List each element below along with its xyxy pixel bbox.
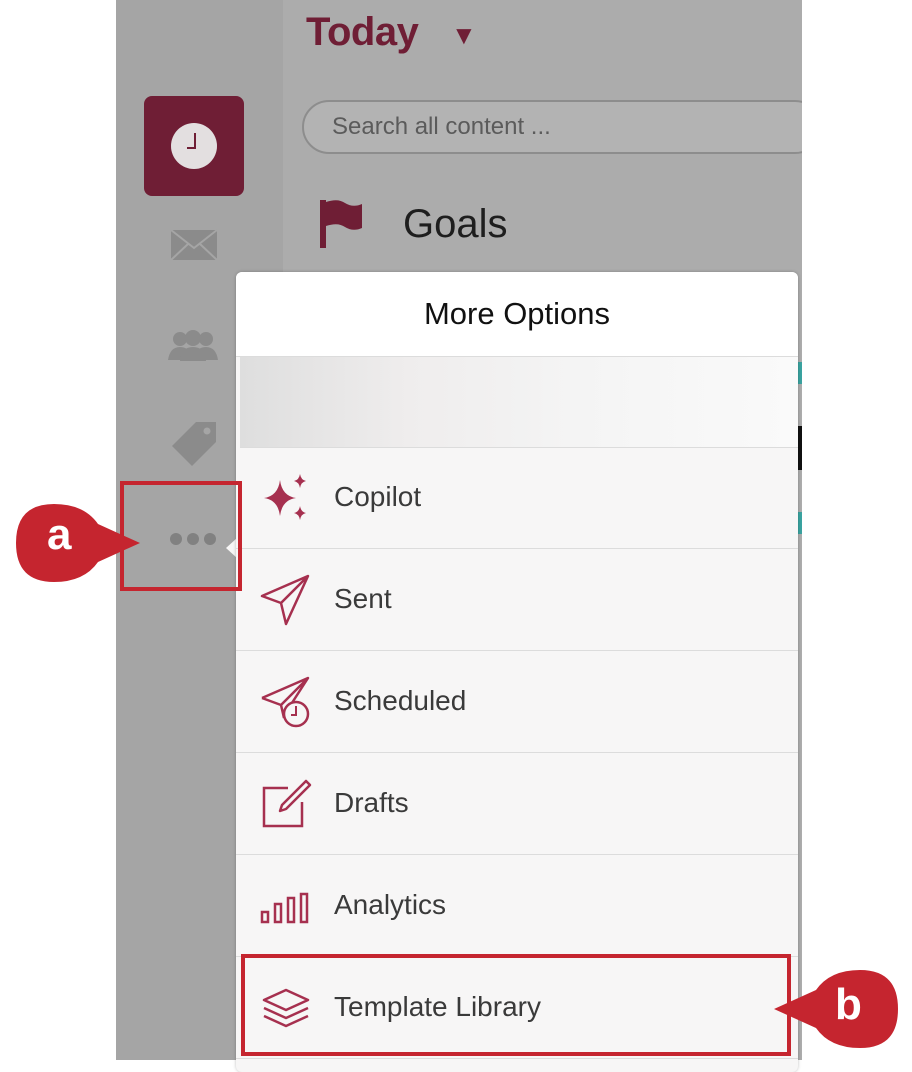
goals-heading: Goals <box>403 202 508 246</box>
tag-icon[interactable] <box>170 420 218 468</box>
people-icon[interactable] <box>168 330 218 362</box>
bar-chart-icon <box>260 892 309 924</box>
more-options-popover: More Options Copilot Sent Scheduled Draf… <box>236 272 798 1072</box>
popover-title: More Options <box>236 272 798 357</box>
menu-item-copilot[interactable]: Copilot <box>236 447 798 549</box>
scheduled-plane-icon <box>261 676 310 728</box>
sidebar-item-today[interactable] <box>144 96 244 196</box>
callout-marker-a <box>16 504 140 582</box>
menu-item-analytics[interactable]: Analytics <box>236 855 798 957</box>
paper-plane-icon <box>260 574 310 626</box>
menu-item-label: Analytics <box>334 889 447 920</box>
menu-item-label: Copilot <box>334 481 422 512</box>
callout-label-b: b <box>835 980 862 1029</box>
mail-icon[interactable] <box>170 229 218 261</box>
sparkle-icon <box>264 474 306 520</box>
callout-label-a: a <box>47 510 72 559</box>
highlight-box-b <box>241 954 791 1056</box>
search-input[interactable]: Search all content ... <box>302 100 802 154</box>
page-title[interactable]: Today <box>306 10 419 55</box>
compose-icon <box>262 779 312 828</box>
menu-item-label: Drafts <box>334 787 409 818</box>
blurred-row <box>240 357 798 448</box>
chevron-down-icon[interactable]: ▼ <box>451 20 477 51</box>
menu-item-scheduled[interactable]: Scheduled <box>236 651 798 753</box>
clock-icon <box>171 123 217 169</box>
menu-item-label: Scheduled <box>334 685 467 716</box>
menu-item-drafts[interactable]: Drafts <box>236 753 798 855</box>
menu-item-sent[interactable]: Sent <box>236 549 798 651</box>
flag-icon <box>320 200 362 248</box>
menu-item-label: Sent <box>334 583 392 614</box>
